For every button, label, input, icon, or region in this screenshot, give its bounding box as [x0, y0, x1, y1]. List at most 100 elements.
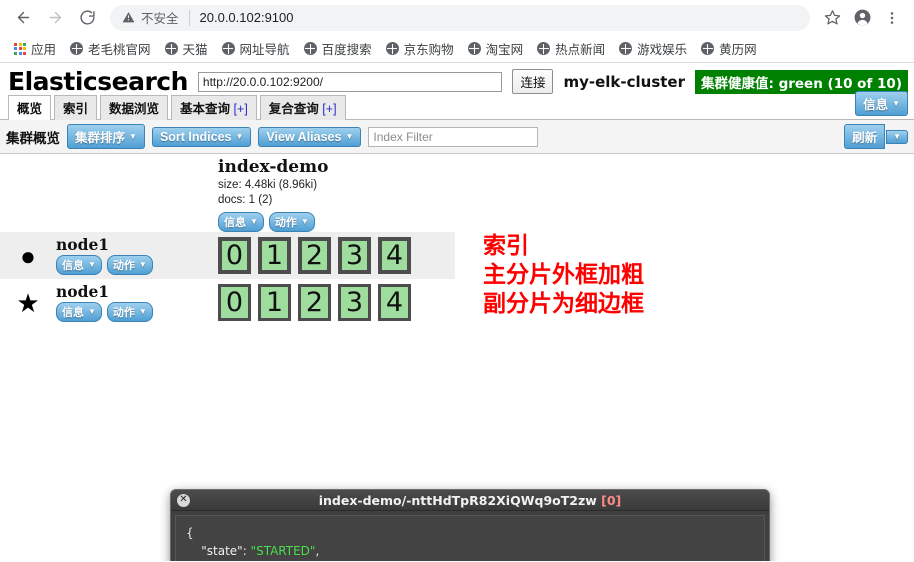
node-action-button[interactable]: 动作 ▼	[106, 255, 153, 276]
shard-box[interactable]: 1	[258, 284, 291, 321]
tab-composite-query[interactable]: 复合查询 [+]	[259, 95, 346, 120]
browser-toolbar: 不安全 20.0.0.102:9100	[0, 0, 914, 35]
shard-list: 0 1 2 3 4	[218, 284, 411, 321]
shard-box[interactable]: 3	[338, 237, 371, 274]
shard-box[interactable]: 2	[298, 284, 331, 321]
node-row: ★ node1 信息 ▼ 动作 ▼ 0 1 2 3 4	[0, 279, 914, 326]
node-info-button[interactable]: 信息 ▼	[56, 302, 102, 323]
shard-box[interactable]: 2	[298, 237, 331, 274]
bookmark-item[interactable]: 天猫	[159, 37, 214, 60]
globe-icon	[70, 42, 84, 55]
tab-basic-query[interactable]: 基本查询 [+]	[171, 95, 257, 120]
profile-avatar-icon[interactable]	[848, 4, 876, 32]
sort-indices-button[interactable]: Sort Indices ▼	[151, 126, 252, 147]
bookmark-item[interactable]: 热点新闻	[531, 37, 611, 60]
globe-icon	[537, 42, 551, 55]
globe-icon	[701, 42, 715, 55]
apps-grid-icon	[14, 42, 26, 55]
refresh-button[interactable]: 刷新	[844, 124, 886, 149]
node-info-button[interactable]: 信息 ▼	[56, 255, 102, 276]
chevron-down-icon: ▼	[345, 131, 354, 141]
bookmark-label: 游戏娱乐	[637, 43, 688, 57]
dialog-json-body: { "state": "STARTED", "primary": true, "…	[175, 515, 765, 561]
chevron-down-icon: ▼	[88, 307, 96, 317]
bookmark-item[interactable]: 淘宝网	[462, 37, 530, 60]
toolbar-title: 集群概览	[6, 130, 60, 147]
shard-box[interactable]: 3	[338, 284, 371, 321]
shard-box[interactable]: 4	[378, 237, 411, 274]
index-card-index-demo: index-demo size: 4.48ki (8.96ki) docs: 1…	[218, 154, 328, 232]
reload-icon[interactable]	[72, 3, 102, 33]
address-bar[interactable]: 不安全 20.0.0.102:9100	[110, 4, 810, 31]
bookmark-label: 京东购物	[403, 43, 454, 57]
index-action-button[interactable]: 动作 ▼	[268, 211, 315, 232]
node-button-group: 信息 ▼ 动作 ▼	[56, 302, 218, 323]
shard-box[interactable]: 4	[378, 284, 411, 321]
sort-cluster-button[interactable]: 集群排序 ▼	[67, 124, 145, 149]
globe-icon	[221, 42, 235, 55]
bookmark-item[interactable]: 百度搜索	[298, 37, 378, 60]
bookmark-item[interactable]: 网址导航	[216, 37, 296, 60]
annotation-line-2: 主分片外框加粗	[483, 261, 644, 288]
tab-label: 基本查询	[180, 102, 231, 116]
annotation-line-3: 副分片为细边框	[483, 290, 644, 317]
bookmark-item[interactable]: 游戏娱乐	[613, 37, 693, 60]
refresh-button-group: 刷新 ▼	[844, 124, 908, 149]
index-info-button[interactable]: 信息 ▼	[218, 211, 264, 232]
shard-box[interactable]: 0	[218, 237, 251, 274]
close-icon[interactable]: ✕	[177, 493, 190, 507]
tab-label: 索引	[63, 102, 89, 116]
index-row-spacer	[0, 154, 218, 232]
node-info: node1 信息 ▼ 动作 ▼	[56, 234, 218, 276]
view-aliases-label: View Aliases	[266, 129, 342, 144]
back-arrow-icon[interactable]	[8, 3, 38, 33]
chevron-down-icon: ▼	[138, 260, 147, 270]
node-button-group: 信息 ▼ 动作 ▼	[56, 255, 218, 276]
bookmark-label: 天猫	[182, 43, 208, 57]
index-name: index-demo	[218, 157, 329, 177]
chevron-down-icon: ▼	[250, 216, 258, 226]
tab-label: 复合查询	[268, 102, 319, 116]
star-icon[interactable]	[818, 4, 846, 32]
tab-data-browse[interactable]: 数据浏览	[100, 95, 169, 120]
cluster-health-badge: 集群健康值: green (10 of 10)	[694, 69, 908, 94]
shard-box[interactable]: 1	[258, 237, 291, 274]
node-action-button[interactable]: 动作 ▼	[106, 302, 153, 323]
three-dot-menu-icon[interactable]	[878, 4, 906, 32]
forward-arrow-icon[interactable]	[40, 3, 70, 33]
index-size: size: 4.48ki (8.96ki)	[218, 178, 318, 191]
json-line-state: "state": "STARTED",	[201, 544, 320, 558]
refresh-dropdown-button[interactable]: ▼	[886, 129, 908, 144]
tab-label: 概览	[17, 102, 43, 116]
header-info-button[interactable]: 信息 ▼	[855, 91, 908, 116]
shard-detail-dialog: ✕ index-demo/-nttHdTpR82XiQWq9oT2zw [0] …	[170, 489, 770, 561]
view-aliases-button[interactable]: View Aliases ▼	[258, 126, 362, 147]
shard-box[interactable]: 0	[218, 284, 251, 321]
bookmark-item[interactable]: 老毛桃官网	[64, 37, 157, 60]
globe-icon	[303, 42, 317, 55]
tab-indices[interactable]: 索引	[54, 95, 98, 120]
json-line-open: {	[186, 524, 754, 542]
node-name: node1	[56, 234, 110, 254]
index-filter-input[interactable]	[368, 126, 539, 147]
header-info-button-group: 信息 ▼	[855, 91, 908, 116]
bookmark-apps[interactable]: 应用	[8, 37, 62, 60]
node-action-label: 动作	[112, 260, 135, 273]
bookmark-item[interactable]: 京东购物	[380, 37, 460, 60]
bookmark-label: 黄历网	[719, 43, 757, 57]
chevron-down-icon: ▼	[88, 260, 96, 270]
dialog-title-bar[interactable]: ✕ index-demo/-nttHdTpR82XiQWq9oT2zw [0]	[171, 490, 769, 511]
red-annotation: 索引 主分片外框加粗 副分片为细边框	[483, 232, 644, 319]
url-text: 20.0.0.102:9100	[199, 10, 294, 25]
json-value-state: "STARTED"	[250, 544, 316, 558]
node-row-background: ★ node1 信息 ▼ 动作 ▼ 0 1 2 3 4	[0, 279, 455, 326]
tab-overview[interactable]: 概览	[8, 95, 52, 120]
index-info-label: 信息	[224, 216, 246, 229]
cluster-url-input[interactable]	[197, 71, 503, 92]
bookmark-label: 淘宝网	[485, 43, 524, 57]
bookmark-label: 热点新闻	[555, 43, 606, 57]
bookmark-item[interactable]: 黄历网	[695, 37, 763, 60]
star-master-node-icon: ★	[16, 287, 40, 318]
connect-button[interactable]: 连接	[512, 69, 554, 94]
globe-icon	[619, 42, 633, 55]
